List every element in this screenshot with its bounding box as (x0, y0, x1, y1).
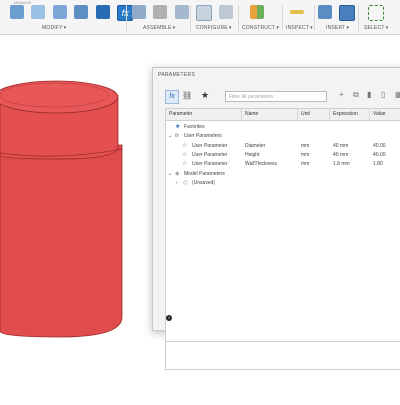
configure-rule-icon[interactable] (219, 5, 234, 19)
column-header-expression[interactable]: Expression (330, 109, 370, 120)
select-group: SELECT▾ (362, 5, 398, 33)
fx-small-icon: fx (175, 133, 179, 139)
select-menu[interactable]: SELECT▾ (364, 25, 388, 31)
table-row[interactable]: ☆ User Parameter Height mm 40 mm 40.00 (166, 151, 400, 160)
expand-chevron-icon[interactable]: ⌄ (168, 132, 172, 141)
param-name[interactable]: Height (245, 151, 259, 160)
favorites-row[interactable]: ★ Favorites (166, 123, 400, 132)
as-built-joint-icon[interactable] (174, 5, 189, 19)
model-parameters-row[interactable]: ⌄ ◈ Model Parameters (166, 170, 400, 179)
info-icon[interactable]: i (166, 315, 172, 321)
star-outline-icon[interactable]: ☆ (182, 160, 187, 169)
insert-canvas-icon[interactable] (339, 5, 356, 21)
param-expression[interactable]: 1.8 mm (333, 160, 350, 169)
model-parameters-label: Model Parameters (184, 171, 225, 177)
export-icon[interactable]: ▯ (381, 90, 385, 99)
fx-icon[interactable]: fx (165, 90, 179, 104)
table-row[interactable]: ☆ User Parameter Diameter mm 40 mm 40.00 (166, 142, 400, 151)
table-header: Parameter Name Unit Expression Value (166, 109, 400, 121)
star-outline-icon[interactable]: ☆ (182, 151, 187, 160)
star-outline-icon[interactable]: ☆ (182, 142, 187, 151)
param-unit[interactable]: mm (301, 142, 309, 151)
user-parameters-label: User Parameters (184, 133, 222, 139)
copy-icon[interactable]: ⧉ (353, 90, 359, 100)
filter-search-input[interactable] (225, 91, 327, 102)
measure-icon[interactable] (290, 10, 304, 14)
modify-group: fx MODIFY▾ (10, 5, 134, 33)
add-icon[interactable]: + (339, 90, 344, 99)
favorites-label: Favorites (184, 124, 205, 130)
configure-table-icon[interactable] (196, 5, 212, 21)
toolbar: MANAGE fx MODIFY▾ ASSEMBLE▾ (0, 0, 400, 35)
model-icon: ◈ (175, 171, 180, 177)
column-header-parameter[interactable]: Parameter (166, 109, 242, 120)
component-icon: ◇ (183, 180, 188, 186)
table-row[interactable]: ☆ User Parameter WallThickness mm 1.8 mm… (166, 160, 400, 169)
press-pull-icon[interactable] (10, 5, 24, 19)
shell-icon[interactable] (74, 5, 89, 19)
unsaved-row[interactable]: › ◇ (Unsaved) (166, 179, 400, 188)
configure-menu[interactable]: CONFIGURE▾ (196, 25, 232, 31)
param-value: 40.00 (373, 152, 386, 158)
new-component-icon[interactable] (132, 5, 146, 19)
inspect-menu[interactable]: INSPECT▾ (286, 25, 313, 31)
link-icon[interactable]: ⛓ (182, 91, 192, 100)
param-expression[interactable]: 40 mm (333, 151, 348, 160)
chamfer-icon[interactable] (52, 5, 67, 19)
assemble-menu[interactable]: ASSEMBLE▾ (143, 25, 175, 31)
insert-menu[interactable]: INSERT▾ (326, 25, 349, 31)
user-parameters-row[interactable]: ⌄ fx User Parameters (166, 132, 400, 141)
insert-derive-icon[interactable] (318, 5, 332, 19)
param-type: User Parameter (192, 161, 228, 167)
insert-group: INSERT▾ (318, 5, 358, 33)
modify-menu[interactable]: MODIFY▾ (42, 25, 66, 31)
joint-icon[interactable] (153, 5, 168, 19)
param-value: 1.80 (373, 161, 383, 167)
delete-icon[interactable]: ▮ (367, 90, 371, 99)
param-unit[interactable]: mm (301, 160, 309, 169)
select-box-icon[interactable] (368, 5, 384, 21)
configure-group: CONFIGURE▾ (196, 5, 236, 33)
param-type: User Parameter (192, 152, 228, 158)
construct-group: CONSTRUCT▾ (242, 5, 282, 33)
param-unit[interactable]: mm (301, 151, 309, 160)
dialog-title: PARAMETERS (158, 72, 196, 78)
favorite-star-icon[interactable]: ★ (201, 90, 209, 101)
param-expression[interactable]: 40 mm (333, 142, 348, 151)
collapse-chevron-icon[interactable]: › (176, 179, 178, 188)
param-name[interactable]: WallThickness (245, 160, 277, 169)
parameters-dialog: PARAMETERS fx ⛓ ★ + ⧉ ▮ ▯ ▦ Parameter Na… (152, 67, 400, 370)
param-type: User Parameter (192, 143, 228, 149)
expand-chevron-icon[interactable]: ⌄ (168, 170, 172, 179)
column-header-name[interactable]: Name (242, 109, 298, 120)
unsaved-label: (Unsaved) (192, 180, 216, 186)
sort-icon[interactable]: ▦ (395, 90, 400, 99)
column-header-value[interactable]: Value (370, 109, 400, 120)
combine-icon[interactable] (95, 5, 110, 19)
table-divider (166, 341, 400, 342)
inspect-group: INSPECT▾ (286, 5, 316, 33)
assemble-group: ASSEMBLE▾ (132, 5, 190, 33)
param-value: 40.00 (373, 143, 386, 149)
favorites-star-icon: ★ (175, 124, 181, 130)
fillet-icon[interactable] (31, 5, 46, 19)
column-header-unit[interactable]: Unit (298, 109, 330, 120)
offset-plane-icon[interactable] (250, 5, 264, 19)
param-name[interactable]: Diameter (245, 142, 265, 151)
construct-menu[interactable]: CONSTRUCT▾ (242, 25, 279, 31)
dialog-toolbar: fx ⛓ ★ + ⧉ ▮ ▯ ▦ (163, 88, 400, 104)
parameters-table: Parameter Name Unit Expression Value ★ F… (165, 108, 400, 370)
